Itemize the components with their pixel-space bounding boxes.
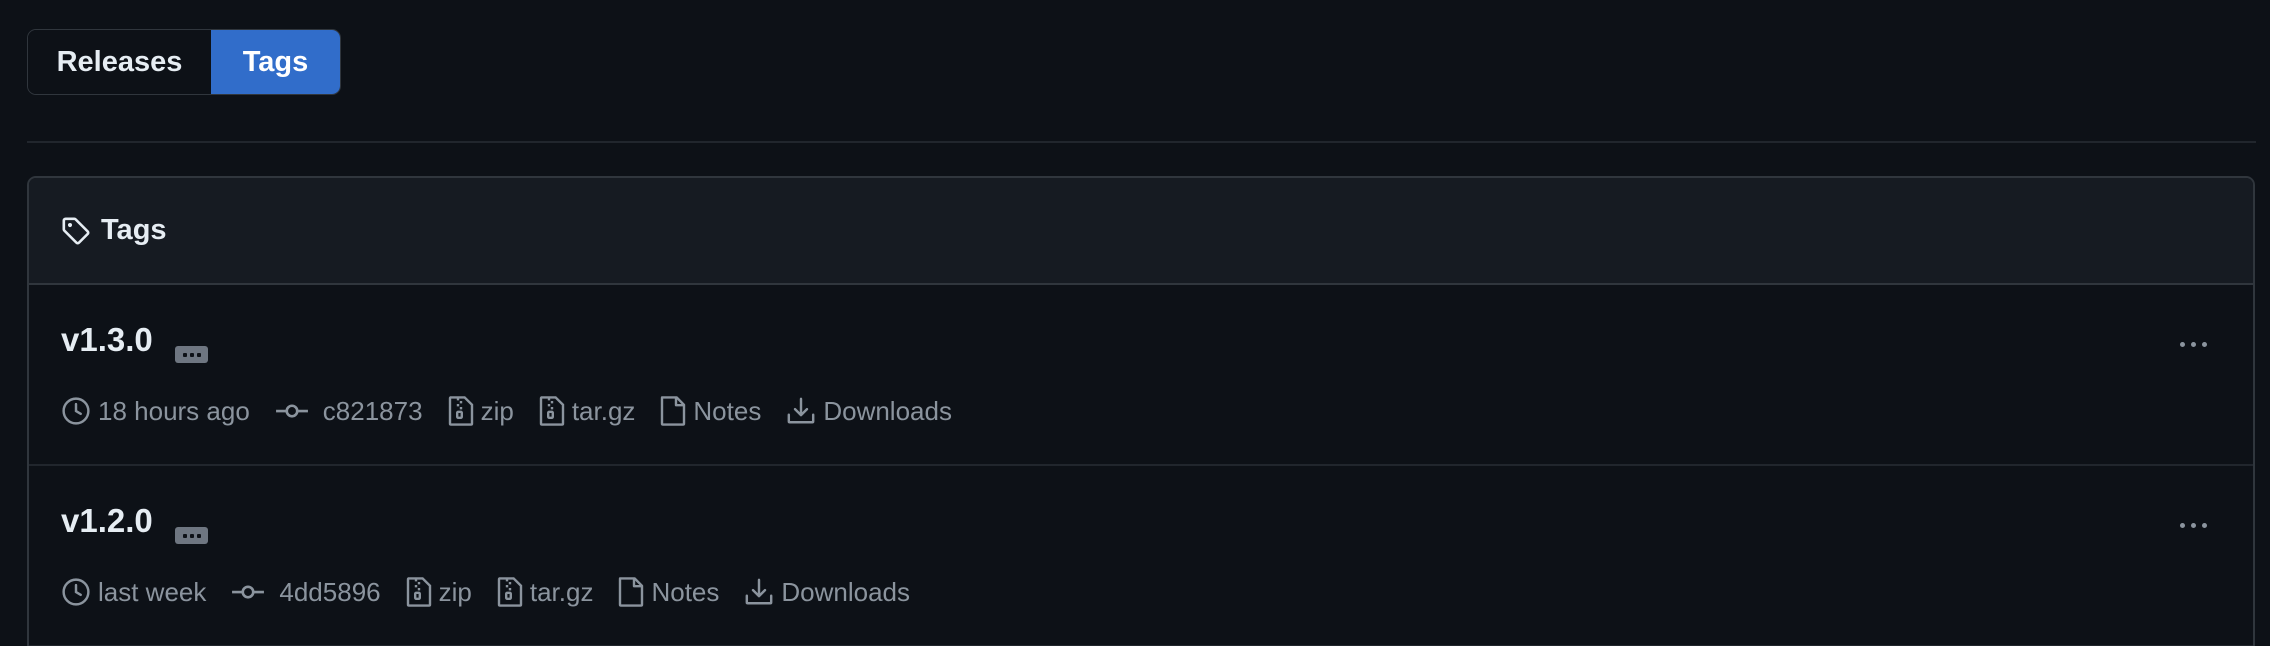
tags-box: Tags v1.3.0 18 hours ago c821873 zip tar… <box>27 176 2255 646</box>
tag-time-text: last week <box>98 576 207 607</box>
zip-label[interactable]: zip <box>439 577 472 608</box>
zip-label[interactable]: zip <box>481 396 514 427</box>
file-zip-icon <box>539 396 565 426</box>
targz-download[interactable]: tar.gz <box>497 576 594 608</box>
tags-box-header: Tags <box>29 178 2253 285</box>
tag-commit[interactable]: 4dd5896 <box>231 577 381 608</box>
file-zip-icon <box>448 396 473 426</box>
tag-row: v1.3.0 18 hours ago c821873 zip tar.gz N… <box>29 285 2253 466</box>
targz-label[interactable]: tar.gz <box>572 396 636 427</box>
releases-tab[interactable]: Releases <box>28 30 211 94</box>
commit-sha[interactable]: c821873 <box>323 396 423 427</box>
download-icon <box>787 397 815 424</box>
tag-time: last week <box>61 577 206 608</box>
downloads-label[interactable]: Downloads <box>781 577 910 608</box>
file-zip-icon <box>406 577 431 607</box>
clock-icon <box>62 397 90 425</box>
notes-link[interactable]: Notes <box>618 576 719 608</box>
commit-sha[interactable]: 4dd5896 <box>279 577 380 608</box>
expand-message-button[interactable] <box>175 346 208 363</box>
tag-name-link[interactable]: v1.3.0 <box>61 321 153 359</box>
download-icon <box>745 578 773 605</box>
expand-message-button[interactable] <box>175 527 208 544</box>
tag-time: 18 hours ago <box>61 396 250 427</box>
targz-download[interactable]: tar.gz <box>539 395 636 427</box>
downloads-link[interactable]: Downloads <box>786 396 952 427</box>
notes-link[interactable]: Notes <box>660 395 761 427</box>
tag-meta: last week 4dd5896 zip tar.gz Notes Downl… <box>61 574 935 610</box>
tag-name-link[interactable]: v1.2.0 <box>61 502 153 540</box>
kebab-horizontal-icon[interactable] <box>2173 329 2213 359</box>
git-commit-icon <box>275 404 308 418</box>
downloads-label[interactable]: Downloads <box>823 396 952 427</box>
file-icon <box>661 396 686 426</box>
tag-icon <box>61 214 95 248</box>
downloads-link[interactable]: Downloads <box>744 577 910 608</box>
tags-box-title: Tags <box>101 214 167 246</box>
tag-row: v1.2.0 last week 4dd5896 zip tar.gz Note… <box>29 466 2253 646</box>
clock-icon <box>62 578 90 606</box>
notes-label[interactable]: Notes <box>651 577 719 608</box>
file-icon <box>619 577 644 607</box>
zip-download[interactable]: zip <box>448 395 514 427</box>
section-divider <box>27 141 2256 143</box>
tag-time-text: 18 hours ago <box>98 395 250 426</box>
tags-tab[interactable]: Tags <box>211 30 340 94</box>
tag-meta: 18 hours ago c821873 zip tar.gz Notes Do… <box>61 393 977 429</box>
notes-label[interactable]: Notes <box>693 396 761 427</box>
kebab-horizontal-icon[interactable] <box>2173 510 2213 540</box>
targz-label[interactable]: tar.gz <box>530 577 594 608</box>
zip-download[interactable]: zip <box>406 576 472 608</box>
git-commit-icon <box>232 585 265 599</box>
tag-commit[interactable]: c821873 <box>275 396 423 427</box>
releases-tags-switch: Releases Tags <box>27 29 341 95</box>
file-zip-icon <box>497 577 523 607</box>
